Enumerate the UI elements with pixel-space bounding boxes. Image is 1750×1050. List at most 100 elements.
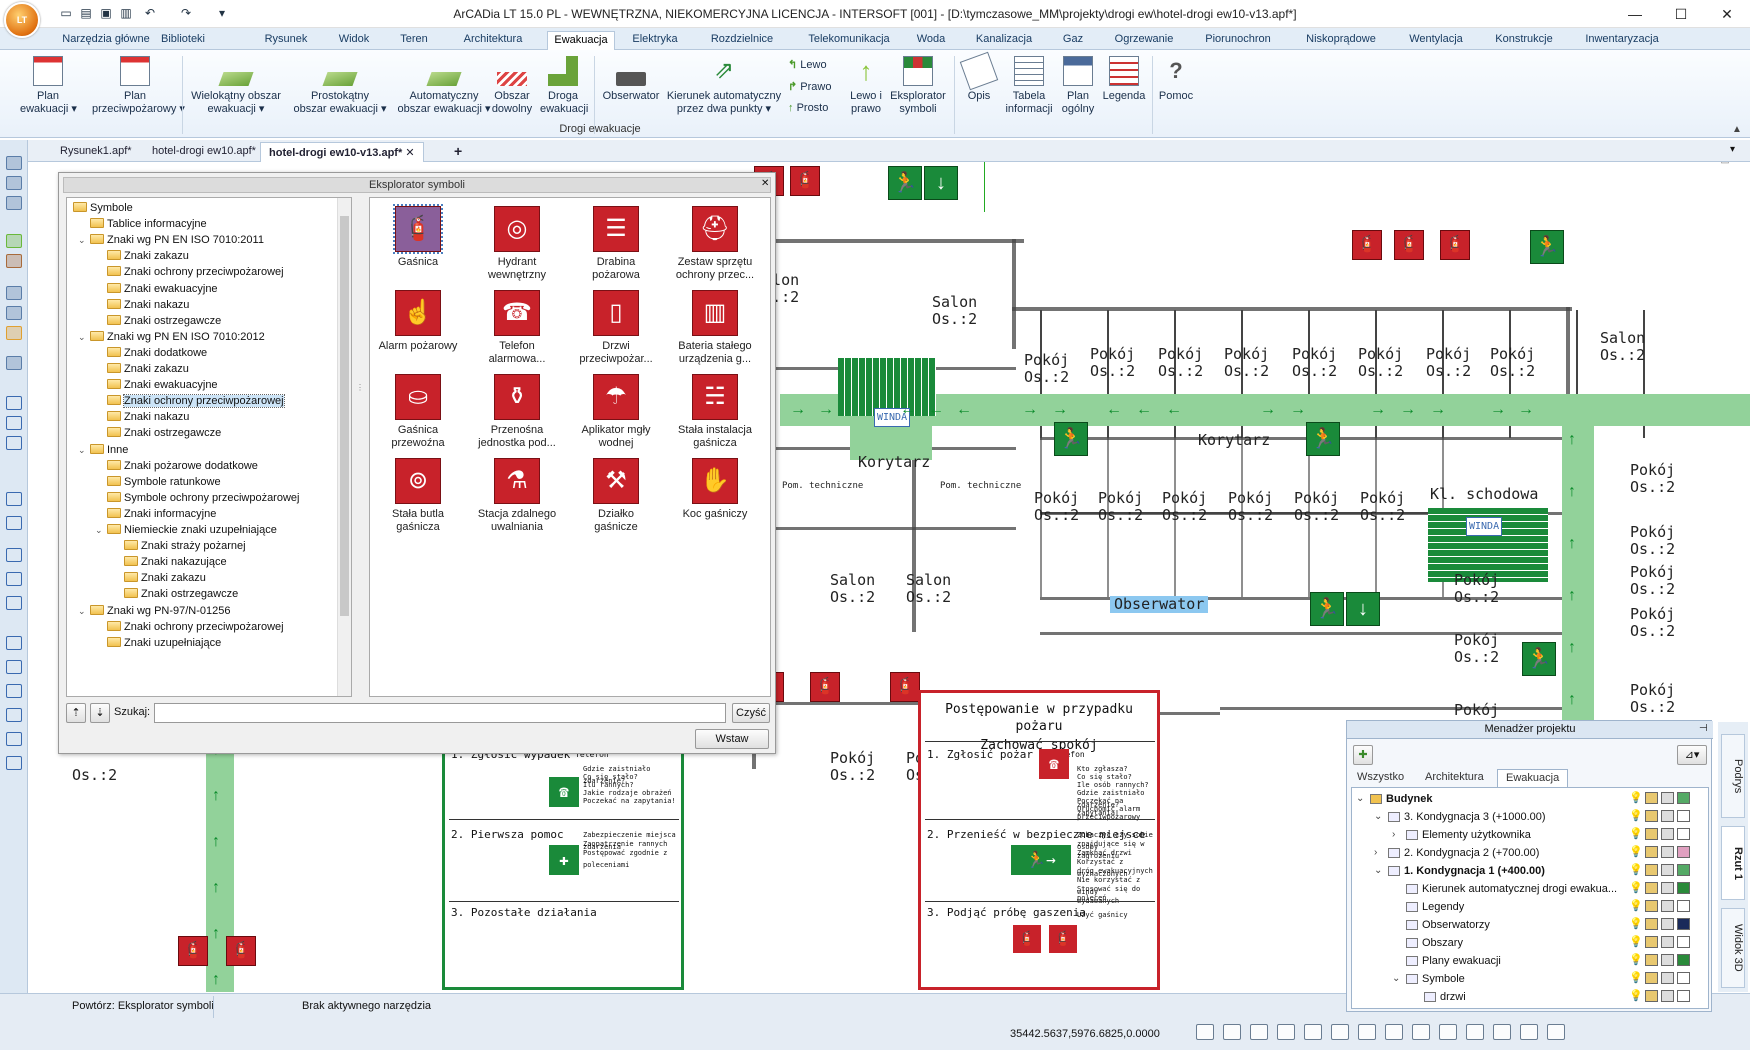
fire-sign-icon[interactable]: 🧯 [1352, 230, 1382, 260]
pm-tree-row[interactable]: Legendy 💡 [1352, 898, 1708, 916]
table-icon[interactable] [6, 306, 22, 320]
automatyczny-obszar-button[interactable]: Automatyczny obszar ewakuacji ▾ [394, 56, 494, 116]
color-swatch-icon[interactable] [1677, 972, 1690, 984]
ribbon-tab-7[interactable]: Elektryka [629, 31, 681, 50]
pan-icon[interactable] [1493, 1024, 1511, 1040]
plan-ogolny-button[interactable]: Plan ogólny [1058, 56, 1098, 116]
lewo-button[interactable]: ↰ Lewo [788, 58, 827, 71]
lock-icon[interactable] [1645, 828, 1658, 840]
mdi-controls[interactable]: ▭ ▣ ✕ [1708, 162, 1748, 165]
tree-scrollbar[interactable] [337, 198, 351, 696]
ortho-icon[interactable] [1196, 1024, 1214, 1040]
ribbon-tab-9[interactable]: Telekomunikacja [799, 31, 899, 50]
arc-icon[interactable] [6, 684, 22, 698]
tree-node[interactable]: Znaki pożarowe dodatkowe [107, 458, 258, 474]
text-icon[interactable] [6, 756, 22, 770]
evacuation-sign-icon[interactable]: ↓ [1346, 592, 1380, 626]
scroll-thumb[interactable] [340, 216, 349, 616]
tree-node[interactable]: Znaki zakazu [107, 361, 189, 377]
ribbon-tab-15[interactable]: Niskoprądowe [1302, 31, 1380, 50]
explorer-close-button[interactable]: ✕ [761, 178, 769, 189]
pm-expander-icon[interactable]: › [1374, 844, 1377, 862]
print-toggle-icon[interactable] [1661, 792, 1674, 804]
polar-icon[interactable] [1358, 1024, 1376, 1040]
expander-icon[interactable]: ⌄ [78, 329, 88, 345]
search-input[interactable] [154, 703, 726, 723]
color-swatch-icon[interactable] [1677, 882, 1690, 894]
close-window-button[interactable]: ✕ [1704, 0, 1750, 28]
visibility-bulb-icon[interactable]: 💡 [1629, 810, 1643, 822]
expander-icon[interactable]: ⌄ [78, 442, 88, 458]
print-toggle-icon[interactable] [1661, 810, 1674, 822]
lock-icon[interactable] [1645, 972, 1658, 984]
print-toggle-icon[interactable] [1661, 990, 1674, 1002]
add-tab-button[interactable]: + [446, 142, 470, 162]
refresh-icon[interactable] [6, 396, 22, 410]
print-toggle-icon[interactable] [1661, 846, 1674, 858]
tree-node[interactable]: Symbole ratunkowe [107, 474, 221, 490]
side-tab-0[interactable]: Podrys [1721, 734, 1745, 818]
view-icon[interactable] [1520, 1024, 1538, 1040]
ribbon-tab-6[interactable]: Ewakuacja [547, 31, 615, 50]
collapse-ribbon-icon[interactable]: ▲ [1732, 124, 1742, 135]
rectangle-icon[interactable] [6, 732, 22, 746]
fire-procedure-board[interactable]: Postępowanie w przypadku pożaru Zachować … [918, 690, 1160, 990]
symbol-item[interactable]: ⚒ Działko gaśnicze [570, 454, 662, 534]
evacuation-sign-icon[interactable]: 🏃 [1054, 422, 1088, 456]
tree-node[interactable]: Znaki ochrony przeciwpożarowej [107, 393, 285, 409]
pm-tab-1[interactable]: Architektura [1417, 769, 1492, 787]
tree-node[interactable]: Znaki ewakuacyjne [107, 377, 218, 393]
list-icon[interactable] [6, 196, 22, 210]
symbol-item[interactable]: ⛀ Gaśnica przewoźna [372, 370, 464, 450]
expander-icon[interactable]: ⌄ [67, 200, 71, 216]
symbol-item[interactable]: ◎ Hydrant wewnętrzny [471, 202, 563, 282]
prostokatny-obszar-button[interactable]: Prostokątny obszar ewakuacji ▾ [288, 56, 392, 116]
pm-tree-row[interactable]: ⌄ Budynek 💡 [1352, 790, 1708, 808]
lock-icon[interactable] [1645, 954, 1658, 966]
tree-node[interactable]: Znaki ostrzegawcze [124, 586, 238, 602]
ribbon-tab-8[interactable]: Rozdzielnice [705, 31, 779, 50]
app-logo[interactable]: LT [4, 2, 40, 38]
evacuation-sign-icon[interactable]: 🏃 [1530, 230, 1564, 264]
obszar-dowolny-button[interactable]: Obszar dowolny [490, 56, 534, 116]
symbol-item[interactable]: ⊚ Stała butla gaśnicza [372, 454, 464, 534]
pm-expander-icon[interactable]: ⌄ [1356, 790, 1364, 808]
tree-node[interactable]: Znaki zakazu [124, 570, 206, 586]
legenda-button[interactable]: Legenda [1100, 56, 1148, 116]
visibility-bulb-icon[interactable]: 💡 [1629, 900, 1643, 912]
pm-tab-0[interactable]: Wszystko [1349, 769, 1412, 787]
insert-button[interactable]: Wstaw [695, 729, 769, 749]
pm-tree-row[interactable]: Plany ewakuacji 💡 [1352, 952, 1708, 970]
visibility-bulb-icon[interactable]: 💡 [1629, 954, 1643, 966]
pm-expander-icon[interactable]: ⌄ [1392, 970, 1400, 988]
tree-node[interactable]: Znaki straży pożarnej [124, 538, 246, 554]
ribbon-tab-2[interactable]: Rysunek [264, 31, 308, 50]
color-swatch-icon[interactable] [1677, 846, 1690, 858]
ribbon-tab-13[interactable]: Ogrzewanie [1108, 31, 1180, 50]
color-swatch-icon[interactable] [1677, 918, 1690, 930]
visibility-bulb-icon[interactable]: 💡 [1629, 990, 1643, 1002]
evacuation-sign-icon[interactable]: ↓ [924, 166, 958, 200]
symbol-item[interactable]: ✋ Koc gaśniczy [669, 454, 761, 521]
lewo-i-prawo-button[interactable]: ↑ Lewo i prawo [846, 56, 886, 116]
tracking-icon[interactable] [1304, 1024, 1322, 1040]
ellipse-icon[interactable] [6, 708, 22, 722]
ribbon-tab-12[interactable]: Gaz [1060, 31, 1086, 50]
lock-icon[interactable] [1645, 936, 1658, 948]
green-fill-icon[interactable] [6, 234, 22, 248]
visibility-bulb-icon[interactable]: 💡 [1629, 792, 1643, 804]
fire-sign-icon[interactable]: 🧯 [1394, 230, 1424, 260]
evacuation-sign-icon[interactable]: 🏃 [1306, 422, 1340, 456]
lock-icon[interactable] [1645, 846, 1658, 858]
doc-tab-rysunek1[interactable]: Rysunek1.apf* [52, 142, 140, 162]
evacuation-sign-icon[interactable]: 🏃 [888, 166, 922, 200]
pomoc-button[interactable]: ? Pomoc [1156, 56, 1196, 116]
color-swatch-icon[interactable] [1677, 810, 1690, 822]
tree-node[interactable]: Znaki ochrony przeciwpożarowej [107, 264, 284, 280]
zoom-window-icon[interactable] [6, 416, 22, 430]
symbol-item[interactable]: ☂ Aplikator mgły wodnej [570, 370, 662, 450]
grid-icon[interactable] [6, 286, 22, 300]
symbol-item[interactable]: ▥ Bateria stałego urządzenia g... [669, 286, 761, 366]
expander-icon[interactable]: ⌄ [78, 232, 88, 248]
visibility-bulb-icon[interactable]: 💡 [1629, 846, 1643, 858]
